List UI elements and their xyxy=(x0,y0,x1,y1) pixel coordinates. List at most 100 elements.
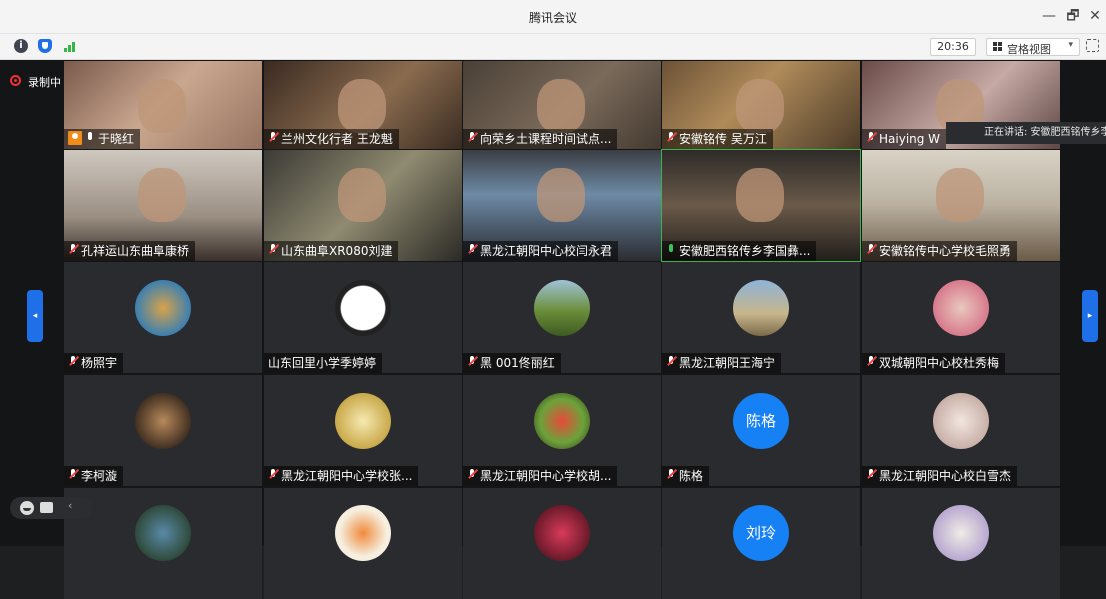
shield-icon[interactable] xyxy=(38,39,52,53)
title-bar: 腾讯会议 — 🗗 ✕ xyxy=(0,0,1106,34)
participant-tile[interactable]: 杨照宇 xyxy=(64,262,262,373)
fullscreen-icon[interactable] xyxy=(1086,39,1099,52)
participant-figure xyxy=(736,168,784,222)
collapse-icon[interactable]: ‹ xyxy=(68,499,72,512)
view-label: 宫格视图 xyxy=(1007,43,1051,56)
participant-figure xyxy=(138,79,186,133)
minimize-button[interactable]: — xyxy=(1038,6,1060,26)
chat-icon[interactable] xyxy=(40,502,53,513)
participant-nameplate: 黑龙江朝阳王海宁 xyxy=(662,353,782,373)
participant-nameplate: 黑 001佟丽红 xyxy=(463,353,561,373)
participant-tile[interactable]: 于晓红 xyxy=(64,61,262,149)
mic-muted-icon xyxy=(866,132,876,144)
participant-nameplate: 安徽铭传 吴万江 xyxy=(662,129,773,149)
participant-avatar xyxy=(933,280,989,336)
participant-tile[interactable]: 向荣乡土课程时间试点... xyxy=(463,61,661,149)
participant-tile[interactable]: 安徽铭传 吴万江 xyxy=(662,61,860,149)
mic-muted-icon xyxy=(467,356,477,368)
participant-nameplate: 安徽铭传中心学校毛照勇 xyxy=(862,241,1018,261)
participant-tile[interactable] xyxy=(463,488,661,599)
participant-avatar xyxy=(135,393,191,449)
chevron-down-icon: ▾ xyxy=(1068,40,1073,50)
mic-icon xyxy=(666,244,676,256)
participant-tile[interactable]: 孔祥运山东曲阜康桥 xyxy=(64,150,262,261)
participant-avatar xyxy=(733,280,789,336)
participant-nameplate: 黑龙江朝阳中心学校胡... xyxy=(463,466,618,486)
speaking-banner: 正在讲话: 安徽肥西铭传乡李 xyxy=(946,122,1106,144)
participant-name: 安徽肥西铭传乡李国彝... xyxy=(679,244,811,258)
participant-avatar xyxy=(335,393,391,449)
participant-name: 孔祥运山东曲阜康桥 xyxy=(81,244,190,258)
participant-tile[interactable]: 双城朝阳中心校杜秀梅 xyxy=(862,262,1060,373)
participant-figure xyxy=(537,79,585,133)
host-icon xyxy=(68,131,82,145)
mic-muted-icon xyxy=(467,469,477,481)
close-button[interactable]: ✕ xyxy=(1084,6,1106,26)
participant-name: 安徽铭传中心学校毛照勇 xyxy=(879,244,1012,258)
participant-nameplate: 黑龙江朝阳中心学校张... xyxy=(264,466,419,486)
emoji-icon[interactable] xyxy=(20,501,34,515)
participant-tile[interactable]: 李柯漩 xyxy=(64,375,262,486)
recording-label: 录制中 xyxy=(28,76,61,89)
video-grid: 录制中 于晓红 兰州文化行者 王龙魁 向荣乡土课程时间试点... 安徽铭传 吴万江 Ha… xyxy=(0,60,1106,599)
window-title: 腾讯会议 xyxy=(528,11,577,25)
participant-name: 双城朝阳中心校杜秀梅 xyxy=(879,356,1000,370)
mic-muted-icon xyxy=(68,469,78,481)
participant-name: 于晓红 xyxy=(98,132,135,146)
participant-nameplate: 李柯漩 xyxy=(64,466,124,486)
participant-tile[interactable]: 兰州文化行者 王龙魁 xyxy=(264,61,462,149)
mic-muted-icon xyxy=(866,469,876,481)
participant-avatar xyxy=(135,505,191,561)
participant-tile[interactable] xyxy=(264,488,462,599)
signal-icon[interactable] xyxy=(64,39,78,53)
participant-nameplate: 陈格 xyxy=(662,466,710,486)
participant-tile[interactable]: 山东曲阜XR080刘建 xyxy=(264,150,462,261)
meeting-clock: 20:36 xyxy=(930,38,976,56)
participant-tile[interactable] xyxy=(862,488,1060,599)
participant-tile[interactable]: 黑龙江朝阳中心校闫永君 xyxy=(463,150,661,261)
next-page-button[interactable]: ▸ xyxy=(1082,290,1098,342)
participant-name: 黑龙江朝阳王海宁 xyxy=(679,356,776,370)
recording-indicator: 录制中 xyxy=(10,74,61,90)
participant-tile[interactable]: 刘玲 xyxy=(662,488,860,599)
participant-text-avatar: 刘玲 xyxy=(733,505,789,561)
participant-name: 杨照宇 xyxy=(81,356,118,370)
participant-name: 山东曲阜XR080刘建 xyxy=(281,244,393,258)
participant-avatar xyxy=(933,393,989,449)
participant-name: 黑龙江朝阳中心学校张... xyxy=(281,469,413,483)
record-icon xyxy=(10,75,21,86)
participant-tile[interactable]: 山东回里小学季婷婷 xyxy=(264,262,462,373)
prev-page-button[interactable]: ◂ xyxy=(27,290,43,342)
restore-button[interactable]: 🗗 xyxy=(1062,6,1084,26)
participant-nameplate: Haiying W xyxy=(862,129,947,149)
participant-avatar xyxy=(534,280,590,336)
participant-tile[interactable]: 黑龙江朝阳中心学校张... xyxy=(264,375,462,486)
participant-avatar xyxy=(135,280,191,336)
view-switch-button[interactable]: 宫格视图 ▾ xyxy=(986,38,1080,56)
participant-tile[interactable]: 黑龙江朝阳中心校白雪杰 xyxy=(862,375,1060,486)
participant-name: 黑龙江朝阳中心校闫永君 xyxy=(480,244,613,258)
participant-name: 安徽铭传 吴万江 xyxy=(679,132,767,146)
participant-name: 兰州文化行者 王龙魁 xyxy=(281,132,393,146)
mic-muted-icon xyxy=(866,356,876,368)
participant-avatar xyxy=(335,280,391,336)
participant-figure xyxy=(537,168,585,222)
participant-tile[interactable]: 安徽肥西铭传乡李国彝... xyxy=(661,149,861,262)
participant-tile[interactable] xyxy=(64,488,262,599)
participant-nameplate: 孔祥运山东曲阜康桥 xyxy=(64,241,196,261)
participant-figure xyxy=(138,168,186,222)
participant-tile[interactable]: 黑龙江朝阳王海宁 xyxy=(662,262,860,373)
mic-muted-icon xyxy=(666,356,676,368)
quick-actions: ‹ xyxy=(10,497,92,519)
participant-nameplate: 杨照宇 xyxy=(64,353,124,373)
participant-name: 黑龙江朝阳中心校白雪杰 xyxy=(879,469,1012,483)
participant-tile[interactable]: 陈格 陈格 xyxy=(662,375,860,486)
participant-tile[interactable]: 黑 001佟丽红 xyxy=(463,262,661,373)
participant-tile[interactable]: 安徽铭传中心学校毛照勇 xyxy=(862,150,1060,261)
participant-avatar xyxy=(933,505,989,561)
participant-figure xyxy=(338,168,386,222)
info-icon[interactable]: i xyxy=(14,39,28,53)
participant-tile[interactable]: 黑龙江朝阳中心学校胡... xyxy=(463,375,661,486)
participant-nameplate: 黑龙江朝阳中心校白雪杰 xyxy=(862,466,1018,486)
participant-name: 陈格 xyxy=(679,469,704,483)
